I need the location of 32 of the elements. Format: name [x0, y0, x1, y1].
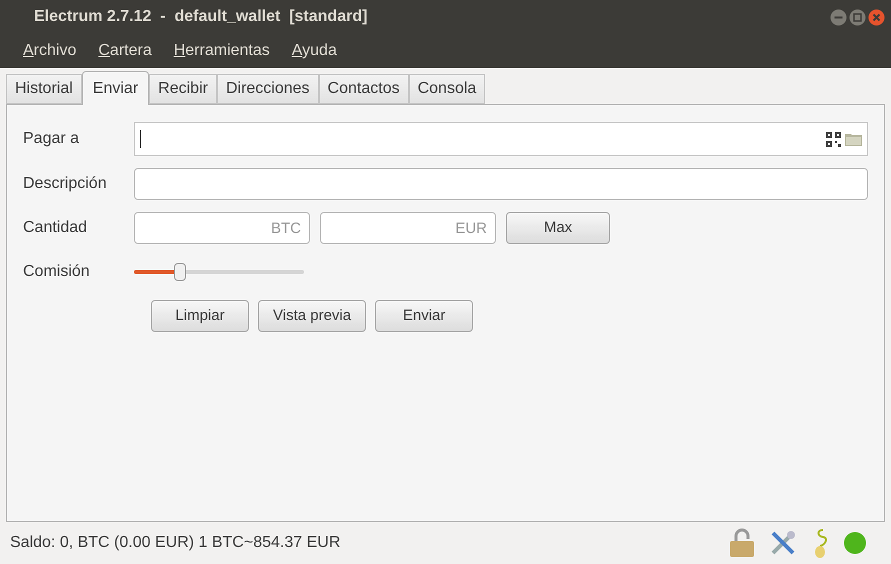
tab[interactable]: Contactos	[318, 74, 409, 104]
menu-item[interactable]: Cartera	[98, 39, 152, 63]
status-indicator-icon	[843, 531, 867, 555]
action-button[interactable]: Limpiar	[151, 300, 249, 332]
padlock-icon[interactable]	[729, 528, 755, 558]
tab[interactable]: Direcciones	[216, 74, 319, 104]
action-button[interactable]: Enviar	[375, 300, 474, 332]
action-button[interactable]: Vista previa	[258, 300, 366, 332]
fee-slider[interactable]	[134, 263, 304, 281]
field-label: Comisión	[23, 262, 91, 282]
pay-to-field[interactable]	[134, 122, 868, 156]
qr-code-icon[interactable]	[826, 132, 841, 146]
field-label: Pagar a	[23, 129, 80, 149]
max-button[interactable]: Max	[506, 212, 610, 244]
maximize-icon[interactable]	[849, 8, 866, 26]
close-icon[interactable]	[868, 8, 885, 26]
tab[interactable]: Historial	[6, 74, 82, 104]
eur-amount-field[interactable]: EUR	[320, 212, 496, 244]
tab[interactable]: Recibir	[149, 74, 217, 104]
window-title: Electrum 2.7.12 - default_wallet [standard]	[34, 7, 368, 27]
description-field[interactable]	[134, 168, 868, 200]
tools-icon[interactable]	[769, 529, 797, 557]
menu-item[interactable]: Herramientas	[174, 39, 270, 63]
balance-text: Saldo: 0, BTC (0.00 EUR) 1 BTC~854.37 EUR	[10, 533, 340, 553]
field-label: Cantidad	[23, 218, 88, 238]
menu-item[interactable]: Archivo	[23, 39, 76, 63]
btc-amount-field[interactable]: BTC	[134, 212, 310, 244]
tab[interactable]: Enviar	[82, 71, 150, 105]
minimize-icon[interactable]	[830, 8, 847, 26]
tab[interactable]: Consola	[408, 74, 486, 104]
field-label: Descripción	[23, 174, 108, 194]
menu-item[interactable]: Ayuda	[292, 39, 337, 63]
